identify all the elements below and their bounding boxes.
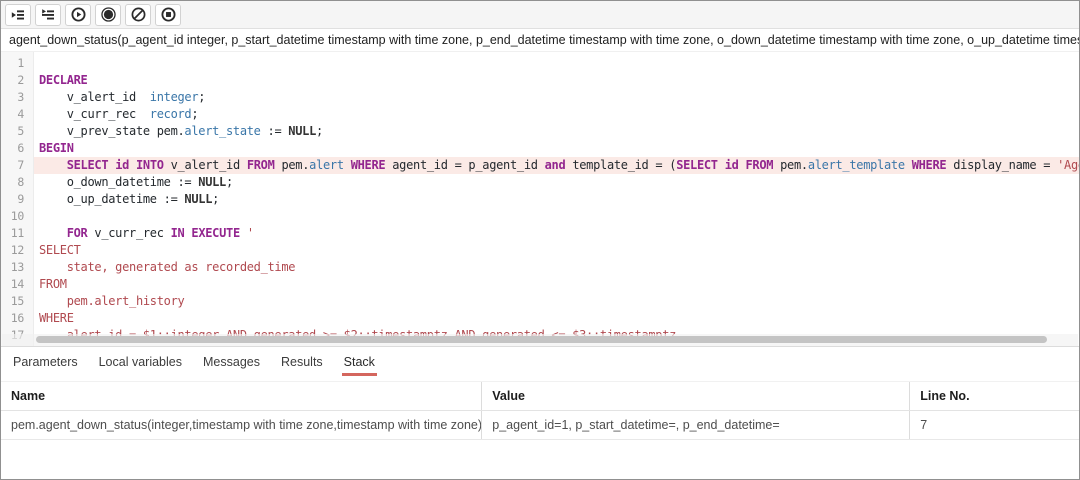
- tab-stack[interactable]: Stack: [342, 353, 377, 376]
- line-number[interactable]: 5: [1, 123, 34, 140]
- line-number[interactable]: 15: [1, 293, 34, 310]
- code-line[interactable]: 8 o_down_datetime := NULL;: [1, 174, 1079, 191]
- stack-column-header: Line No.: [910, 382, 1079, 411]
- debugger-bottom-panel: Parameters Local variables Messages Results…: [1, 346, 1079, 479]
- line-number[interactable]: 4: [1, 106, 34, 123]
- line-number[interactable]: 11: [1, 225, 34, 242]
- debugger-window: agent_down_status(p_agent_id integer, p_…: [0, 0, 1080, 480]
- code-line[interactable]: 2DECLARE: [1, 72, 1079, 89]
- stop-button[interactable]: [155, 4, 181, 26]
- line-number[interactable]: 6: [1, 140, 34, 157]
- line-content: FOR v_curr_rec IN EXECUTE ': [34, 225, 1079, 242]
- code-line[interactable]: 10: [1, 208, 1079, 225]
- line-number[interactable]: 12: [1, 242, 34, 259]
- continue-button[interactable]: [65, 4, 91, 26]
- line-content: v_alert_id integer;: [34, 89, 1079, 106]
- clear-breakpoints-icon: [131, 7, 146, 22]
- stack-table: NameValueLine No. pem.agent_down_status(…: [1, 381, 1079, 440]
- line-number[interactable]: 9: [1, 191, 34, 208]
- line-content: WHERE: [34, 310, 1079, 327]
- code-line[interactable]: 15 pem.alert_history: [1, 293, 1079, 310]
- line-content: BEGIN: [34, 140, 1079, 157]
- tab-parameters[interactable]: Parameters: [11, 353, 80, 376]
- line-content: o_down_datetime := NULL;: [34, 174, 1079, 191]
- toggle-breakpoint-button[interactable]: [95, 4, 121, 26]
- line-number[interactable]: 1: [1, 55, 34, 72]
- line-content: DECLARE: [34, 72, 1079, 89]
- function-signature: agent_down_status(p_agent_id integer, p_…: [1, 29, 1079, 52]
- step-over-icon: [41, 8, 55, 22]
- toggle-breakpoint-icon: [101, 7, 116, 22]
- line-number[interactable]: 3: [1, 89, 34, 106]
- code-line[interactable]: 16WHERE: [1, 310, 1079, 327]
- stack-line-no-cell: 7: [910, 411, 1079, 440]
- continue-icon: [71, 7, 86, 22]
- code-line[interactable]: 12SELECT: [1, 242, 1079, 259]
- line-content: o_up_datetime := NULL;: [34, 191, 1079, 208]
- stop-icon: [161, 7, 176, 22]
- stack-column-header: Name: [1, 382, 482, 411]
- code-line[interactable]: 13 state, generated as recorded_time: [1, 259, 1079, 276]
- code-line[interactable]: 14FROM: [1, 276, 1079, 293]
- line-content: FROM: [34, 276, 1079, 293]
- tab-messages[interactable]: Messages: [201, 353, 262, 376]
- line-number[interactable]: 8: [1, 174, 34, 191]
- line-content: v_prev_state pem.alert_state := NULL;: [34, 123, 1079, 140]
- code-line[interactable]: 6BEGIN: [1, 140, 1079, 157]
- line-number[interactable]: 16: [1, 310, 34, 327]
- stack-row[interactable]: pem.agent_down_status(integer,timestamp …: [1, 411, 1079, 440]
- code-editor[interactable]: 12DECLARE3 v_alert_id integer;4 v_curr_r…: [1, 52, 1079, 346]
- line-content: SELECT: [34, 242, 1079, 259]
- code-line[interactable]: 9 o_up_datetime := NULL;: [1, 191, 1079, 208]
- line-content: [34, 208, 1079, 225]
- step-into-icon: [11, 8, 25, 22]
- line-content: v_curr_rec record;: [34, 106, 1079, 123]
- code-line[interactable]: 4 v_curr_rec record;: [1, 106, 1079, 123]
- line-content: pem.alert_history: [34, 293, 1079, 310]
- stack-value-cell: p_agent_id=1, p_start_datetime=, p_end_d…: [482, 411, 910, 440]
- stack-name-cell: pem.agent_down_status(integer,timestamp …: [1, 411, 482, 440]
- line-number[interactable]: 2: [1, 72, 34, 89]
- line-content: SELECT id INTO v_alert_id FROM pem.alert…: [34, 157, 1079, 174]
- line-number[interactable]: 14: [1, 276, 34, 293]
- horizontal-scrollbar-thumb[interactable]: [36, 336, 1047, 343]
- line-content: state, generated as recorded_time: [34, 259, 1079, 276]
- line-number[interactable]: 7: [1, 157, 34, 174]
- code-line[interactable]: 3 v_alert_id integer;: [1, 89, 1079, 106]
- line-content: [34, 55, 1079, 72]
- line-number[interactable]: 10: [1, 208, 34, 225]
- horizontal-scrollbar-track[interactable]: [2, 334, 1078, 346]
- tab-results[interactable]: Results: [279, 353, 325, 376]
- clear-breakpoints-button[interactable]: [125, 4, 151, 26]
- step-into-button[interactable]: [5, 4, 31, 26]
- debugger-toolbar: [1, 1, 1079, 29]
- code-line[interactable]: 11 FOR v_curr_rec IN EXECUTE ': [1, 225, 1079, 242]
- bottom-panel-tabs: Parameters Local variables Messages Results…: [1, 347, 1079, 376]
- tab-local-variables[interactable]: Local variables: [97, 353, 184, 376]
- line-number[interactable]: 13: [1, 259, 34, 276]
- code-line[interactable]: 7 SELECT id INTO v_alert_id FROM pem.ale…: [1, 157, 1079, 174]
- code-line[interactable]: 1: [1, 55, 1079, 72]
- code-line[interactable]: 5 v_prev_state pem.alert_state := NULL;: [1, 123, 1079, 140]
- code-lines: 12DECLARE3 v_alert_id integer;4 v_curr_r…: [1, 55, 1079, 344]
- stack-column-header: Value: [482, 382, 910, 411]
- step-over-button[interactable]: [35, 4, 61, 26]
